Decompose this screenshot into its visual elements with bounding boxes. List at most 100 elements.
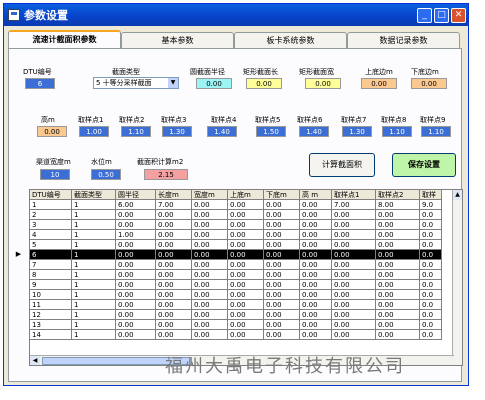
table-cell[interactable]: 7 <box>30 260 72 270</box>
table-cell[interactable]: 0.00 <box>300 260 332 270</box>
table-cell[interactable]: 7.00 <box>156 200 192 210</box>
table-cell[interactable]: 6.00 <box>116 200 156 210</box>
table-cell[interactable]: 0.00 <box>376 330 420 340</box>
table-cell[interactable]: 0.0 <box>420 330 442 340</box>
top-edge-field[interactable]: 0.00 <box>361 78 397 89</box>
table-cell[interactable]: 0.00 <box>264 300 300 310</box>
table-cell[interactable]: 0.0 <box>420 220 442 230</box>
table-cell[interactable]: 0.00 <box>116 320 156 330</box>
vertical-scrollbar[interactable]: ▲ <box>452 190 462 365</box>
row-indicator[interactable] <box>9 239 28 249</box>
table-cell[interactable]: 0.00 <box>156 300 192 310</box>
row-indicator[interactable] <box>9 279 28 289</box>
table-cell[interactable]: 0.00 <box>264 280 300 290</box>
table-cell[interactable]: 8.00 <box>376 200 420 210</box>
point-9-field[interactable]: 1.10 <box>421 126 451 137</box>
calculate-area-button[interactable]: 计算截面积 <box>309 153 375 177</box>
row-indicator[interactable] <box>9 219 28 229</box>
table-cell[interactable]: 1 <box>72 270 116 280</box>
table-cell[interactable]: 1 <box>30 200 72 210</box>
table-cell[interactable]: 0.00 <box>192 250 228 260</box>
table-cell[interactable]: 0.00 <box>264 210 300 220</box>
current-row-arrow-icon[interactable]: ▶ <box>9 249 28 259</box>
table-cell[interactable]: 0.00 <box>376 300 420 310</box>
table-cell[interactable]: 0.00 <box>264 240 300 250</box>
table-cell[interactable]: 0.0 <box>420 250 442 260</box>
table-cell[interactable]: 0.00 <box>156 290 192 300</box>
table-cell[interactable]: 1 <box>72 230 116 240</box>
table-cell[interactable]: 0.00 <box>116 310 156 320</box>
table-cell[interactable]: 0.00 <box>192 240 228 250</box>
row-indicator[interactable] <box>9 319 28 329</box>
section-type-select[interactable]: 5 十等分采样截面 ▼ <box>93 77 179 89</box>
tab-board-system[interactable]: 板卡系统参数 <box>234 32 347 48</box>
height-field[interactable]: 0.00 <box>37 126 67 137</box>
column-header[interactable]: 截面类型 <box>72 190 116 200</box>
table-cell[interactable]: 14 <box>30 330 72 340</box>
dtu-field[interactable]: 6 <box>25 78 55 89</box>
table-cell[interactable]: 0.00 <box>228 320 264 330</box>
table-cell[interactable]: 0.00 <box>116 240 156 250</box>
table-cell[interactable]: 0.0 <box>420 300 442 310</box>
row-indicator[interactable] <box>9 299 28 309</box>
table-cell[interactable]: 1 <box>72 200 116 210</box>
table-cell[interactable]: 0.00 <box>192 260 228 270</box>
table-cell[interactable]: 0.00 <box>332 280 376 290</box>
table-cell[interactable]: 0.00 <box>264 320 300 330</box>
table-cell[interactable]: 0.00 <box>192 280 228 290</box>
table-cell[interactable]: 10 <box>30 290 72 300</box>
table-row[interactable]: 9 1 0.00 0.00 0.00 0.00 0.00 0.00 0.00 0.00 0.0 <box>30 280 462 290</box>
table-cell[interactable]: 0.00 <box>300 230 332 240</box>
column-header[interactable]: 宽度m <box>192 190 228 200</box>
table-cell[interactable]: 0.00 <box>156 220 192 230</box>
tab-data-record[interactable]: 数据记录参数 <box>347 32 460 48</box>
table-cell[interactable]: 0.0 <box>420 320 442 330</box>
column-header[interactable]: 取样点1 <box>332 190 376 200</box>
row-indicator[interactable] <box>9 329 28 339</box>
table-cell[interactable]: 3 <box>30 220 72 230</box>
table-cell[interactable]: 0.00 <box>156 210 192 220</box>
table-cell[interactable]: 7.00 <box>332 200 376 210</box>
table-row[interactable]: 11 1 0.00 0.00 0.00 0.00 0.00 0.00 0.00 0.00 0.0 <box>30 300 462 310</box>
column-header[interactable]: 上底m <box>228 190 264 200</box>
table-cell[interactable]: 0.00 <box>332 210 376 220</box>
table-cell[interactable]: 1 <box>72 220 116 230</box>
table-cell[interactable]: 0.00 <box>192 220 228 230</box>
tab-basic[interactable]: 基本参数 <box>121 32 234 48</box>
table-cell[interactable]: 0.0 <box>420 230 442 240</box>
table-cell[interactable]: 0.00 <box>228 300 264 310</box>
table-cell[interactable]: 0.0 <box>420 290 442 300</box>
table-row[interactable]: 3 1 0.00 0.00 0.00 0.00 0.00 0.00 0.00 0.00 0.0 <box>30 220 462 230</box>
table-cell[interactable]: 0.00 <box>228 230 264 240</box>
rect-length-field[interactable]: 0.00 <box>246 78 282 89</box>
table-cell[interactable]: 0.0 <box>420 270 442 280</box>
table-cell[interactable]: 0.00 <box>116 270 156 280</box>
table-cell[interactable]: 0.00 <box>264 260 300 270</box>
table-row[interactable]: 2 1 0.00 0.00 0.00 0.00 0.00 0.00 0.00 0.00 0.0 <box>30 210 462 220</box>
table-cell[interactable]: 0.00 <box>332 320 376 330</box>
table-cell[interactable]: 0.00 <box>228 220 264 230</box>
table-cell[interactable]: 0.00 <box>192 330 228 340</box>
table-cell[interactable]: 0.00 <box>376 290 420 300</box>
column-header[interactable]: 高 m <box>300 190 332 200</box>
row-indicator[interactable] <box>9 209 28 219</box>
table-row[interactable]: 13 1 0.00 0.00 0.00 0.00 0.00 0.00 0.00 0.00 0.0 <box>30 320 462 330</box>
water-level-field[interactable]: 0.50 <box>91 169 121 180</box>
row-indicator[interactable] <box>9 229 28 239</box>
table-cell[interactable]: 0.00 <box>116 280 156 290</box>
table-row[interactable]: 5 1 0.00 0.00 0.00 0.00 0.00 0.00 0.00 0.00 0.0 <box>30 240 462 250</box>
table-cell[interactable]: 0.00 <box>156 270 192 280</box>
table-cell[interactable]: 0.00 <box>376 210 420 220</box>
table-cell[interactable]: 0.00 <box>332 250 376 260</box>
table-cell[interactable]: 6 <box>30 250 72 260</box>
table-cell[interactable]: 0.00 <box>156 240 192 250</box>
column-header[interactable]: 圆半径 <box>116 190 156 200</box>
table-cell[interactable]: 0.00 <box>156 310 192 320</box>
table-row[interactable]: 6 1 0.00 0.00 0.00 0.00 0.00 0.00 0.00 0.00 0.0 <box>30 250 462 260</box>
column-header[interactable]: 取样点2 <box>376 190 420 200</box>
column-header[interactable]: 长度m <box>156 190 192 200</box>
table-cell[interactable]: 0.00 <box>300 250 332 260</box>
table-cell[interactable]: 0.00 <box>264 250 300 260</box>
table-cell[interactable]: 0.00 <box>228 210 264 220</box>
table-cell[interactable]: 0.00 <box>376 310 420 320</box>
